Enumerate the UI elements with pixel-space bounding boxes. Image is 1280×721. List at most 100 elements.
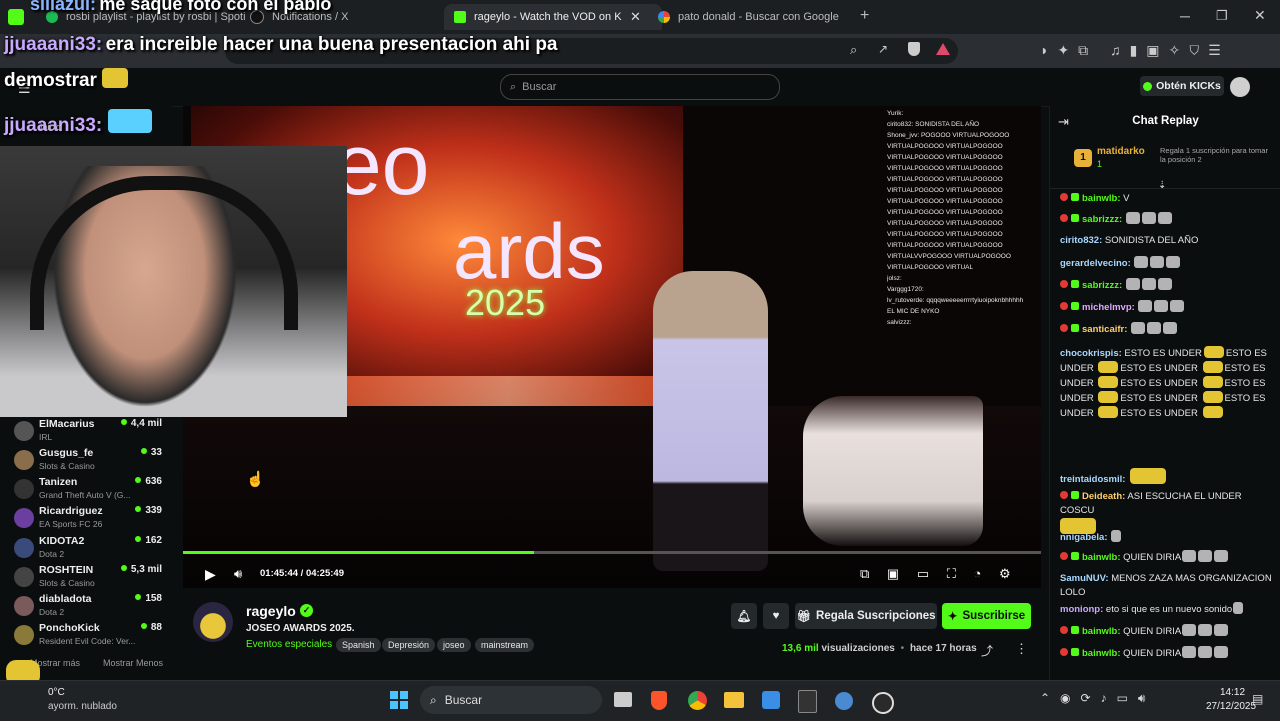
tab-google[interactable]: pato donald - Buscar con Google	[648, 4, 868, 30]
search-icon: ⌕	[510, 80, 517, 93]
theater-mode-icon[interactable]: ▭	[917, 566, 929, 581]
fullscreen-icon[interactable]: ⛶	[947, 566, 956, 581]
channel-avatar	[14, 567, 34, 587]
notification-icon[interactable]: ▤	[1252, 692, 1263, 706]
chat-username[interactable]: cirito832:	[1060, 235, 1102, 246]
sidebar-channel[interactable]: ElMacarius IRL 4,4 mil	[14, 417, 166, 445]
screen-chat-line: VIRTUALPOGOOO VIRTUALPOGOOO	[887, 165, 1003, 172]
chat-username[interactable]: michelmvp:	[1082, 302, 1135, 313]
obs-icon[interactable]	[872, 692, 894, 714]
pinned-cta[interactable]: Regala 1 suscripción para tomar la posic…	[1160, 146, 1270, 164]
chat-username[interactable]: gerardelvecino:	[1060, 258, 1131, 269]
chat-username[interactable]: monionp:	[1060, 604, 1103, 615]
chrome-app-icon[interactable]	[688, 691, 707, 710]
new-tab-button[interactable]: +	[860, 7, 869, 25]
chat-username[interactable]: chocokrispis:	[1060, 348, 1122, 359]
emote-icon	[1157, 278, 1172, 290]
speed-icon[interactable]: ◔	[974, 566, 982, 581]
gift-subs-button[interactable]: 🎁︎ Regala Suscripciones	[795, 603, 937, 629]
search-input[interactable]: ⌕ Buscar	[500, 74, 780, 100]
close-tab-icon[interactable]: ✕	[630, 9, 641, 25]
chat-username[interactable]: Deideath:	[1082, 491, 1125, 502]
brave-rewards-icon[interactable]	[936, 43, 950, 55]
chat-username[interactable]: sabrizzz:	[1082, 280, 1122, 291]
sidebar-channel[interactable]: Tanizen Grand Theft Auto V (G... 636	[14, 475, 166, 503]
sub-badge-icon	[1071, 324, 1079, 332]
pip-icon[interactable]: ⧉	[860, 566, 869, 581]
minimize-icon[interactable]: ─	[1180, 8, 1190, 24]
sidebar-channel[interactable]: KIDOTA2 Dota 2 162	[14, 534, 166, 562]
streamer-name[interactable]: rageylo	[246, 603, 296, 619]
tag-mainstream[interactable]: mainstream	[475, 638, 535, 652]
user-avatar[interactable]	[1230, 77, 1250, 97]
store-app-icon[interactable]	[762, 691, 780, 709]
play-button[interactable]: ▶	[205, 566, 216, 583]
file-explorer-icon[interactable]	[724, 692, 744, 708]
sidebar-channel[interactable]: Gusgus_fe Slots & Casino 33	[14, 446, 166, 474]
settings-gear-icon[interactable]: ⚙	[999, 566, 1011, 581]
chat-username[interactable]: bainwlb:	[1082, 552, 1121, 563]
start-button[interactable]	[390, 691, 408, 709]
notification-bell-button[interactable]: 🔔︎	[731, 603, 757, 629]
chat-username[interactable]: santicaifr:	[1082, 324, 1127, 335]
tag-depresion[interactable]: Depresión	[382, 638, 436, 652]
pepe-emote	[1098, 361, 1119, 373]
chat-username[interactable]: bainwlb:	[1082, 626, 1121, 637]
subscribe-button[interactable]: ✦ Suscribirse	[942, 603, 1031, 629]
pinned-user[interactable]: matidarko	[1097, 146, 1145, 157]
tag-spanish[interactable]: Spanish	[336, 638, 381, 652]
pinned-gifter: 1 matidarko 1 Regala 1 suscripción para …	[1074, 146, 1274, 182]
chat-message: bainwlb: QUIEN DIRIA	[1060, 624, 1274, 639]
chat-divider	[1050, 188, 1280, 189]
chat-username[interactable]: treintaidosmil:	[1060, 474, 1125, 485]
scroll-down-icon[interactable]: ⇣	[1158, 180, 1166, 191]
views-number: 13,6 mil	[782, 643, 819, 654]
more-options-icon[interactable]: ⋮	[1015, 641, 1028, 657]
sidebar-channel[interactable]: Ricardriguez EA Sports FC 26 339	[14, 504, 166, 532]
tray-icons[interactable]: ⌃◉⟳♪▭🔊︎	[1040, 691, 1155, 706]
badge-icon	[1060, 280, 1068, 288]
video-progress-fill	[183, 551, 534, 554]
video-progress-bar[interactable]	[183, 551, 1041, 554]
weather-desc[interactable]: ayorm. nublado	[48, 701, 117, 712]
share-icon[interactable]: ⤴	[981, 642, 993, 659]
follow-heart-button[interactable]: ♥	[763, 603, 789, 629]
chat-username[interactable]: nnigabela:	[1060, 532, 1108, 543]
share-icon[interactable]: ↗	[878, 42, 888, 56]
screen-chat-line: VIRTUALPOGOOO VIRTUAL	[887, 264, 974, 271]
chat-username[interactable]: bainwlb:	[1082, 193, 1121, 204]
sidebar-channel[interactable]: PonchoKick Resident Evil Code: Ver... 88	[14, 621, 166, 649]
get-kicks-button[interactable]: Obtén KICKs	[1140, 76, 1224, 96]
streamer-avatar[interactable]	[193, 602, 233, 642]
pepe-emote	[1130, 468, 1167, 484]
channel-name: Tanizen	[39, 476, 78, 488]
volume-icon[interactable]: 🔊︎	[234, 566, 242, 582]
close-window-icon[interactable]: ✕	[1254, 7, 1266, 24]
chat-username[interactable]: bainwlb:	[1082, 648, 1121, 659]
brave-app-icon[interactable]	[651, 691, 667, 710]
extensions-icons[interactable]: ◗✦⧉ ♫▮▣✧⛉☰	[1040, 42, 1230, 59]
show-less-link[interactable]: Mostrar Menos	[103, 658, 163, 668]
epic-games-icon[interactable]	[798, 690, 817, 713]
sidebar-channel[interactable]: diabladota Dota 2 158	[14, 592, 166, 620]
stream-category[interactable]: Eventos especiales	[246, 639, 332, 650]
steam-icon[interactable]	[835, 692, 853, 710]
clock-date[interactable]: 27/12/2025	[1206, 701, 1256, 712]
chat-username[interactable]: SamuNUV:	[1060, 573, 1109, 584]
task-view-icon[interactable]	[614, 692, 632, 707]
overlay-chat-line-1: sillazul: me saque foto con el pablo	[30, 0, 331, 15]
chat-username[interactable]: sabrizzz:	[1082, 214, 1122, 225]
zoom-icon[interactable]: ⌕	[850, 42, 857, 58]
brave-shield-icon[interactable]	[908, 42, 920, 56]
clip-icon[interactable]: ▣	[887, 566, 899, 581]
chat-message: bainwlb: QUIEN DIRIA	[1060, 550, 1274, 565]
channel-category: EA Sports FC 26	[39, 519, 103, 529]
maximize-icon[interactable]: ❐	[1216, 8, 1228, 24]
overlay-message: era increible hacer una buena presentaci…	[105, 34, 558, 55]
weather-temp[interactable]: 0°C	[48, 687, 65, 698]
clock-time[interactable]: 14:12	[1220, 687, 1245, 698]
taskbar-search[interactable]: ⌕ Buscar	[420, 686, 602, 714]
tag-joseo[interactable]: joseo	[437, 638, 471, 652]
sidebar-channel[interactable]: ROSHTEIN Slots & Casino 5,3 mil	[14, 563, 166, 591]
tab-kick-active[interactable]: rageylo - Watch the VOD on K ✕	[444, 4, 662, 30]
